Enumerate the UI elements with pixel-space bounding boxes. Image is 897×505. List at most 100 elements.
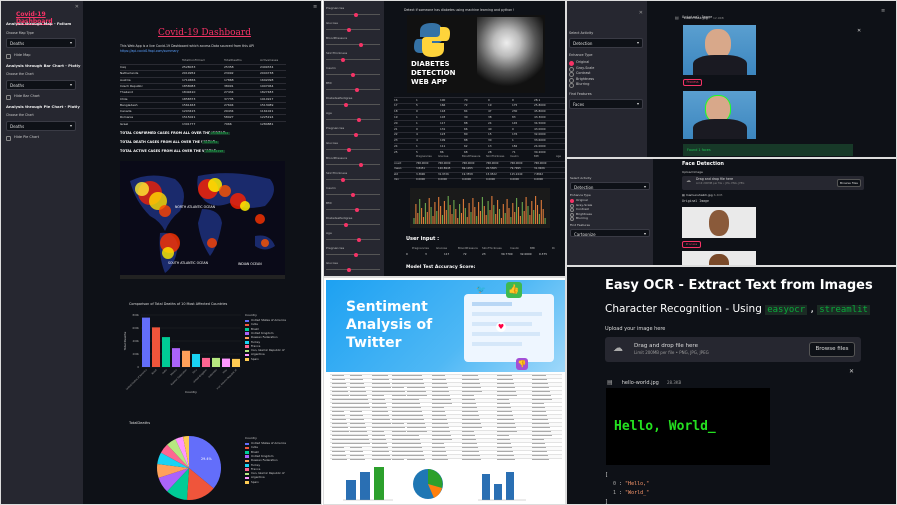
slider-thumb[interactable] — [355, 87, 359, 92]
slider-thumb[interactable] — [343, 222, 348, 227]
activity-select[interactable]: Detection — [570, 182, 650, 190]
slider-label: SkinThickness — [326, 51, 348, 55]
file-dropzone[interactable]: ☁ Drag and drop file here Limit 200MB pe… — [682, 176, 864, 190]
stats-cell: 768.0000 — [416, 161, 429, 165]
hide-map-checkbox[interactable] — [6, 54, 11, 59]
file-dropzone[interactable]: ☁ Drag and drop file here Limit 200MB pe… — [605, 337, 861, 362]
slider-thumb[interactable] — [351, 72, 355, 77]
slider-thumb[interactable] — [353, 12, 358, 17]
sidebar-close-icon[interactable]: ✕ — [639, 10, 643, 17]
map-type-select[interactable]: Deaths — [6, 38, 76, 48]
table-cell: 1561463 — [182, 102, 196, 107]
radio-button[interactable] — [570, 208, 574, 212]
slider-thumb[interactable] — [341, 177, 345, 182]
slider-thumb[interactable] — [353, 132, 358, 137]
hamburger-icon[interactable]: ≡ — [881, 8, 885, 15]
radio-button[interactable] — [570, 203, 574, 208]
remove-file-icon[interactable]: ✕ — [857, 28, 861, 35]
user-input-table: Pregnancies Glucose BloodPressure SkinThick… — [406, 246, 556, 259]
slider-track[interactable] — [326, 224, 380, 225]
bar[interactable] — [212, 357, 220, 367]
bar[interactable] — [142, 317, 150, 367]
slider-thumb[interactable] — [347, 267, 351, 272]
select-activity-label: Select Activity — [569, 31, 594, 35]
bar[interactable] — [162, 337, 170, 367]
slider-track[interactable] — [326, 59, 380, 60]
table-cell: 1710656 — [182, 77, 196, 82]
stats-cell: std — [394, 172, 399, 176]
table-cell: 21 — [394, 126, 398, 131]
radio-button[interactable] — [569, 66, 574, 72]
hamburger-icon[interactable]: ≡ — [313, 4, 317, 11]
activity-select[interactable]: Detection — [569, 38, 643, 48]
legend-label: Russian Federation — [251, 335, 278, 340]
slider-thumb[interactable] — [347, 147, 351, 152]
slider-track[interactable] — [326, 269, 380, 270]
face-detection-title: Face Detection — [682, 161, 724, 167]
radio-button[interactable] — [569, 83, 574, 88]
process-button[interactable]: Process — [683, 79, 702, 86]
radio-button[interactable] — [570, 212, 574, 217]
sentiment-app: Sentiment Analysis of Twitter 🐦 👍 ♥ 👎 — [323, 277, 566, 505]
table-cell — [350, 399, 368, 401]
slider-track[interactable] — [326, 239, 380, 240]
slider-thumb[interactable] — [343, 102, 348, 107]
slider-thumb[interactable] — [358, 162, 363, 167]
slider-thumb[interactable] — [351, 192, 355, 197]
table-cell — [532, 419, 548, 421]
legend-item[interactable]: Spain — [245, 480, 305, 485]
table-row: 16 1 100 70 0 0 28.1 — [394, 97, 565, 102]
process-button[interactable]: Process — [682, 241, 701, 248]
slider-thumb[interactable] — [357, 237, 361, 242]
table-cell — [372, 455, 390, 457]
radio-button[interactable] — [569, 61, 574, 66]
slider-track[interactable] — [326, 149, 380, 150]
bar[interactable] — [182, 350, 190, 367]
api-link[interactable]: https://api.covid19api.com/summary — [120, 49, 179, 54]
face-sidebar: ✕ Select Activity Detection Enhance Type… — [567, 1, 647, 157]
slider-track[interactable] — [326, 164, 380, 165]
bar[interactable] — [192, 354, 200, 367]
table-cell: 4 — [416, 138, 418, 143]
slider-thumb[interactable] — [347, 27, 351, 32]
slider-track[interactable] — [326, 104, 380, 105]
browse-files-button[interactable]: Browse files — [809, 342, 855, 357]
bar[interactable] — [222, 358, 230, 367]
slider-thumb[interactable] — [357, 117, 361, 122]
table-cell: 1 — [416, 97, 418, 102]
file-item: ▤ elon-musk.jpg 12.9KB — [675, 4, 735, 20]
slider-track[interactable] — [326, 179, 380, 180]
browse-files-button[interactable]: Browse files — [837, 179, 861, 187]
table-cell — [332, 383, 346, 385]
sidebar-close-icon[interactable]: ✕ — [75, 4, 79, 11]
radio-button[interactable] — [569, 77, 574, 83]
slider-thumb[interactable] — [353, 252, 358, 257]
radio-button[interactable] — [570, 199, 574, 203]
features-select[interactable]: Faces — [569, 99, 643, 109]
slider-track[interactable] — [326, 29, 380, 30]
slider-thumb[interactable] — [341, 57, 345, 62]
table-cell: 83 — [512, 114, 516, 119]
features-select[interactable]: Cartoonize — [570, 229, 650, 237]
bar[interactable] — [152, 327, 160, 367]
slider-track[interactable] — [326, 209, 380, 210]
slider-thumb[interactable] — [358, 42, 363, 47]
bar[interactable] — [202, 357, 210, 367]
hide-pie-checkbox[interactable] — [6, 136, 11, 141]
bar[interactable] — [172, 348, 180, 367]
slider-track[interactable] — [326, 119, 380, 120]
table-cell: 111 — [440, 143, 446, 148]
bar[interactable] — [232, 358, 240, 367]
slider-track[interactable] — [326, 44, 380, 45]
hide-bar-checkbox[interactable] — [6, 95, 11, 100]
slider-thumb[interactable] — [355, 207, 359, 212]
pie-chart-select[interactable]: Deaths — [6, 121, 76, 131]
legend-item[interactable]: Spain — [245, 357, 305, 362]
remove-file-icon[interactable]: ✕ — [849, 368, 854, 376]
bar-chart-select[interactable]: Deaths — [6, 80, 76, 90]
slider-track[interactable] — [326, 89, 380, 90]
radio-button[interactable] — [570, 217, 574, 221]
radio-button[interactable] — [569, 72, 574, 77]
table-cell: 29434 — [224, 109, 234, 114]
table-cell: 62 — [464, 143, 468, 148]
